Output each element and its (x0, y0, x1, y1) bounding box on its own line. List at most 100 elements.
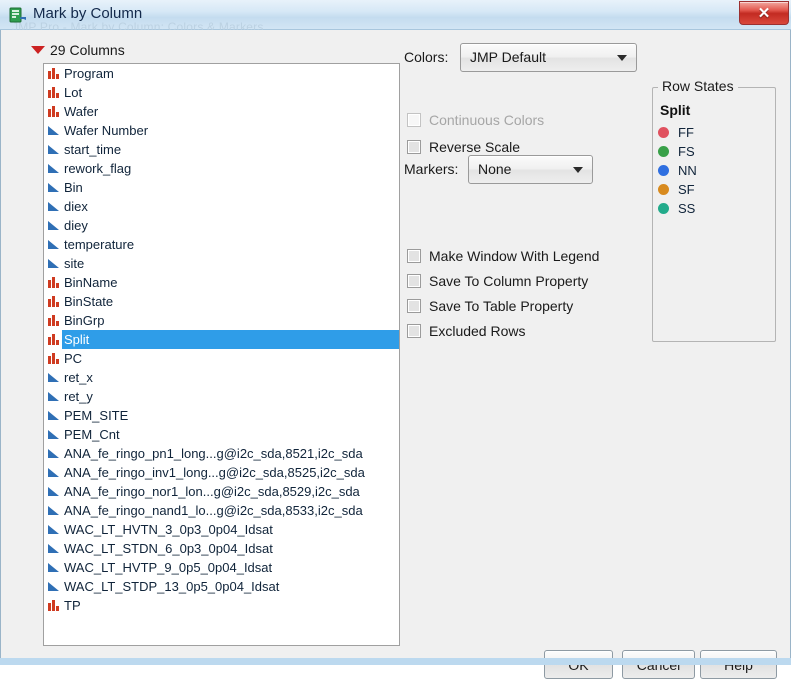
column-name-label: temperature (64, 237, 135, 252)
column-list-item[interactable]: Wafer Number (44, 121, 399, 140)
column-name-label: WAC_LT_STDP_13_0p5_0p04_Idsat (64, 579, 280, 594)
column-list-item[interactable]: ret_y (44, 387, 399, 406)
checkbox-continuous-colors[interactable]: Continuous Colors (407, 112, 544, 128)
continuous-column-icon (47, 447, 61, 460)
column-name-label: site (64, 256, 85, 271)
column-list-item[interactable]: ANA_fe_ringo_inv1_long...g@i2c_sda,8525,… (44, 463, 399, 482)
checkbox-label: Excluded Rows (429, 323, 526, 339)
nominal-column-icon (47, 105, 61, 118)
column-list-item[interactable]: start_time (44, 140, 399, 159)
checkbox-label: Reverse Scale (429, 139, 521, 155)
dialog-body: 29 Columns Program Lot Wafer Wafer Number st… (0, 30, 791, 679)
column-list-item[interactable]: rework_flag (44, 159, 399, 178)
checkbox-make-window-with-legend[interactable]: Make Window With Legend (407, 248, 599, 264)
column-name-label: WAC_LT_HVTP_9_0p5_0p04_Idsat (64, 560, 273, 575)
column-list-item[interactable]: diex (44, 197, 399, 216)
close-button[interactable]: ✕ (739, 1, 789, 25)
continuous-column-icon (47, 371, 61, 384)
colors-label: Colors: (404, 49, 449, 65)
close-icon: ✕ (757, 4, 771, 22)
markers-dropdown[interactable]: None (468, 155, 593, 184)
columns-list[interactable]: Program Lot Wafer Wafer Number start_timerew… (43, 63, 400, 646)
column-list-item[interactable]: diey (44, 216, 399, 235)
checkbox-label: Make Window With Legend (429, 248, 600, 264)
row-state-legend-item: NN (658, 161, 768, 180)
column-list-item[interactable]: TP (44, 596, 399, 615)
colors-dropdown[interactable]: JMP Default (460, 43, 637, 72)
row-state-level-label: SF (678, 182, 695, 197)
continuous-column-icon (47, 542, 61, 555)
row-state-legend-item: FF (658, 123, 768, 142)
column-list-item[interactable]: Program (44, 64, 399, 83)
red-triangle-down-icon[interactable] (31, 46, 45, 54)
column-name-label: BinGrp (64, 313, 105, 328)
continuous-column-icon (47, 561, 61, 574)
column-name-label: PC (64, 351, 83, 366)
continuous-column-icon (47, 466, 61, 479)
columns-count-label: 29 Columns (50, 42, 125, 58)
column-name-label: ANA_fe_ringo_inv1_long...g@i2c_sda,8525,… (64, 465, 365, 480)
continuous-column-icon (47, 257, 61, 270)
row-state-level-label: SS (678, 201, 696, 216)
column-list-item[interactable]: WAC_LT_STDP_13_0p5_0p04_Idsat (44, 577, 399, 596)
column-list-item[interactable]: ANA_fe_ringo_pn1_long...g@i2c_sda,8521,i… (44, 444, 399, 463)
column-name-label: Bin (64, 180, 83, 195)
checkbox-box (407, 324, 421, 338)
column-list-item[interactable]: temperature (44, 235, 399, 254)
row-state-color-dot (658, 184, 669, 195)
checkbox-box (407, 299, 421, 313)
column-list-item[interactable]: BinGrp (44, 311, 399, 330)
checkbox-save-to-column-property[interactable]: Save To Column Property (407, 273, 588, 289)
nominal-column-icon (47, 295, 61, 308)
column-name-label: start_time (64, 142, 122, 157)
column-list-item[interactable]: PEM_Cnt (44, 425, 399, 444)
mark-by-column-dialog: JMP Pro - Mark by Column: Colors & Marke… (0, 0, 791, 679)
column-list-item[interactable]: site (44, 254, 399, 273)
row-state-level-label: FF (678, 125, 694, 140)
column-list-item[interactable]: Split (44, 330, 399, 349)
column-list-item[interactable]: BinState (44, 292, 399, 311)
checkbox-save-to-table-property[interactable]: Save To Table Property (407, 298, 573, 314)
column-name-label: Wafer (64, 104, 99, 119)
continuous-column-icon (47, 219, 61, 232)
continuous-column-icon (47, 200, 61, 213)
column-list-item[interactable]: WAC_LT_HVTN_3_0p3_0p04_Idsat (44, 520, 399, 539)
column-list-item[interactable]: ANA_fe_ringo_nand1_lo...g@i2c_sda,8533,i… (44, 501, 399, 520)
row-state-legend-item: FS (658, 142, 768, 161)
column-name-label: BinState (64, 294, 114, 309)
column-list-item[interactable]: PC (44, 349, 399, 368)
checkbox-reverse-scale[interactable]: Reverse Scale (407, 139, 520, 155)
column-name-label: BinName (64, 275, 118, 290)
jmp-column-icon (9, 6, 27, 24)
checkbox-excluded-rows[interactable]: Excluded Rows (407, 323, 526, 339)
continuous-column-icon (47, 523, 61, 536)
column-name-label: Program (64, 66, 114, 81)
row-state-color-dot (658, 146, 669, 157)
column-list-item[interactable]: BinName (44, 273, 399, 292)
continuous-column-icon (47, 162, 61, 175)
column-name-label: ret_x (64, 370, 93, 385)
column-list-item[interactable]: WAC_LT_STDN_6_0p3_0p04_Idsat (44, 539, 399, 558)
column-name-label: diey (64, 218, 88, 233)
row-state-color-dot (658, 165, 669, 176)
row-states-title: Row States (658, 78, 738, 94)
column-list-item[interactable]: Wafer (44, 102, 399, 121)
column-name-label: ret_y (64, 389, 93, 404)
column-list-item[interactable]: PEM_SITE (44, 406, 399, 425)
column-list-item[interactable]: WAC_LT_HVTP_9_0p5_0p04_Idsat (44, 558, 399, 577)
row-state-level-label: FS (678, 144, 695, 159)
column-list-item[interactable]: ANA_fe_ringo_nor1_lon...g@i2c_sda,8529,i… (44, 482, 399, 501)
row-state-color-dot (658, 203, 669, 214)
columns-header: 29 Columns (31, 42, 125, 58)
column-list-item[interactable]: Lot (44, 83, 399, 102)
chevron-down-icon (573, 167, 583, 173)
column-list-item[interactable]: ret_x (44, 368, 399, 387)
row-states-legend: FF FS NN SF SS (658, 123, 768, 218)
nominal-column-icon (47, 314, 61, 327)
continuous-column-icon (47, 504, 61, 517)
column-name-label: TP (64, 598, 81, 613)
column-list-item[interactable]: Bin (44, 178, 399, 197)
row-state-color-dot (658, 127, 669, 138)
row-states-column-name: Split (660, 102, 691, 118)
column-name-label: ANA_fe_ringo_pn1_long...g@i2c_sda,8521,i… (64, 446, 363, 461)
